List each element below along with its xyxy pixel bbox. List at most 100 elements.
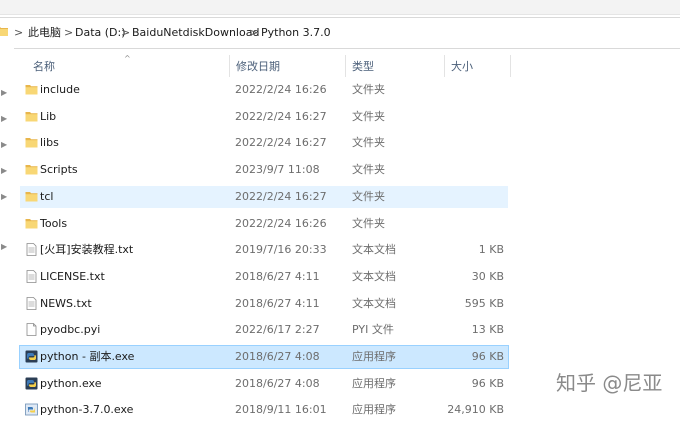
breadcrumb-separator: > [64, 26, 74, 39]
file-type: 文件夹 [352, 83, 385, 96]
file-size [444, 217, 504, 231]
file-size [444, 163, 504, 177]
file-type: 应用程序 [352, 403, 396, 417]
file-name: tcl [40, 189, 54, 203]
file-row[interactable]: python - 副本.exe 2018/6/27 4:08 应用程序 96 KB [19, 345, 509, 369]
breadcrumb-drive[interactable]: Data (D:) [75, 26, 126, 40]
watermark: 知乎 @尼亚 [556, 370, 662, 396]
expand-arrow-icon[interactable]: ▶ [1, 140, 7, 149]
column-header-type[interactable]: 类型 [352, 60, 374, 74]
folder-icon [25, 85, 38, 95]
python-exe-icon [25, 377, 38, 390]
file-row[interactable]: NEWS.txt 2018/6/27 4:11 文本文档 595 KB [20, 293, 508, 315]
file-name: Scripts [40, 163, 78, 177]
python-exe-icon [25, 350, 38, 363]
folder-icon [25, 191, 38, 202]
file-size [444, 190, 504, 204]
file-name: Lib [40, 109, 57, 123]
column-divider[interactable] [229, 55, 230, 77]
file-date: 2022/2/24 16:26 [235, 83, 327, 96]
file-size: 30 KB [471, 269, 504, 283]
file-date: 2022/6/17 2:27 [235, 323, 320, 337]
folder-icon [25, 218, 38, 228]
file-size: 13 KB [471, 323, 504, 337]
file-type: 文件夹 [352, 109, 385, 123]
file-size: 96 KB [471, 350, 504, 363]
file-row[interactable]: Tools 2022/2/24 16:26 文件夹 [20, 213, 508, 235]
folder-icon [25, 111, 38, 122]
file-type: 文件夹 [352, 189, 385, 203]
window-title-strip [0, 0, 680, 15]
file-date: 2018/6/27 4:08 [235, 350, 320, 363]
file-size [444, 136, 504, 150]
file-size: 1 KB [478, 243, 504, 257]
file-type: 应用程序 [352, 350, 396, 363]
expand-arrow-icon[interactable]: ▶ [1, 166, 7, 175]
file-name: python-3.7.0.exe [40, 403, 134, 417]
file-type: 文件夹 [352, 163, 385, 177]
file-name: pyodbc.pyi [40, 323, 101, 337]
breadcrumb-separator: > [121, 26, 131, 39]
breadcrumb-separator: > [249, 26, 259, 39]
text-file-icon [26, 243, 37, 257]
column-divider[interactable] [510, 55, 511, 77]
file-size [444, 83, 504, 97]
file-date: 2022/2/24 16:27 [235, 136, 327, 150]
file-size: 24,910 KB [447, 403, 504, 417]
file-name: libs [40, 136, 59, 150]
file-date: 2023/9/7 11:08 [235, 163, 320, 177]
column-divider[interactable] [345, 55, 346, 77]
column-header-name[interactable]: 名称 [33, 60, 55, 74]
file-row[interactable]: Lib 2022/2/24 16:27 文件夹 [20, 106, 508, 128]
text-file-icon [26, 269, 37, 283]
file-name: python.exe [40, 376, 102, 390]
column-divider[interactable] [444, 55, 445, 77]
file-size: 595 KB [464, 296, 504, 310]
file-type: 文本文档 [352, 269, 396, 283]
file-size [444, 110, 504, 124]
file-date: 2019/7/16 20:33 [235, 243, 327, 257]
watermark-text: 知乎 @尼亚 [556, 371, 663, 395]
breadcrumb-current-folder[interactable]: Python 3.7.0 [261, 26, 331, 40]
expand-arrow-icon[interactable]: ▶ [1, 192, 7, 201]
file-type: 文件夹 [352, 136, 385, 150]
file-name: [火耳]安装教程.txt [40, 243, 134, 257]
file-row[interactable]: LICENSE.txt 2018/6/27 4:11 文本文档 30 KB [20, 266, 508, 288]
breadcrumb-this-pc[interactable]: 此电脑 [28, 26, 61, 40]
expand-arrow-icon[interactable]: ▶ [1, 88, 7, 97]
file-date: 2018/9/11 16:01 [235, 403, 327, 417]
file-name: include [40, 83, 80, 96]
file-row[interactable]: pyodbc.pyi 2022/6/17 2:27 PYI 文件 13 KB [20, 319, 508, 341]
text-file-icon [26, 296, 37, 310]
folder-icon [25, 138, 38, 148]
file-type: PYI 文件 [352, 323, 394, 337]
file-date: 2022/2/24 16:27 [235, 109, 327, 123]
file-type: 文件夹 [352, 216, 385, 230]
file-name: LICENSE.txt [40, 269, 105, 283]
file-row[interactable]: Scripts 2023/9/7 11:08 文件夹 [20, 159, 508, 181]
expand-arrow-icon[interactable]: ▶ [1, 242, 7, 251]
file-row[interactable]: python-3.7.0.exe 2018/9/11 16:01 应用程序 24,91… [20, 399, 508, 421]
file-type: 应用程序 [352, 376, 396, 390]
file-row[interactable]: libs 2022/2/24 16:27 文件夹 [20, 132, 508, 154]
generic-file-icon [26, 323, 37, 337]
file-size: 96 KB [471, 376, 504, 390]
address-bar[interactable]: > 此电脑 > Data (D:) > BaiduNetdiskDownload… [0, 17, 680, 49]
file-name: python - 副本.exe [40, 350, 135, 363]
file-name: NEWS.txt [40, 296, 92, 310]
file-type: 文本文档 [352, 243, 396, 257]
sort-ascending-icon: ^ [124, 54, 131, 63]
file-row[interactable]: tcl 2022/2/24 16:27 文件夹 [20, 185, 508, 208]
file-row[interactable]: include 2022/2/24 16:26 文件夹 [20, 79, 508, 101]
file-date: 2018/6/27 4:08 [235, 376, 320, 390]
file-row[interactable]: python.exe 2018/6/27 4:08 应用程序 96 KB [20, 373, 508, 395]
file-date: 2022/2/24 16:27 [235, 189, 327, 203]
file-row[interactable]: [火耳]安装教程.txt 2019/7/16 20:33 文本文档 1 KB [20, 239, 508, 261]
breadcrumb-download-folder[interactable]: BaiduNetdiskDownload [132, 26, 259, 40]
expand-arrow-icon[interactable]: ▶ [1, 114, 7, 123]
file-date: 2022/2/24 16:26 [235, 216, 327, 230]
column-header-date[interactable]: 修改日期 [236, 60, 280, 74]
file-date: 2018/6/27 4:11 [235, 269, 320, 283]
file-type: 文本文档 [352, 296, 396, 310]
column-header-size[interactable]: 大小 [451, 60, 473, 74]
